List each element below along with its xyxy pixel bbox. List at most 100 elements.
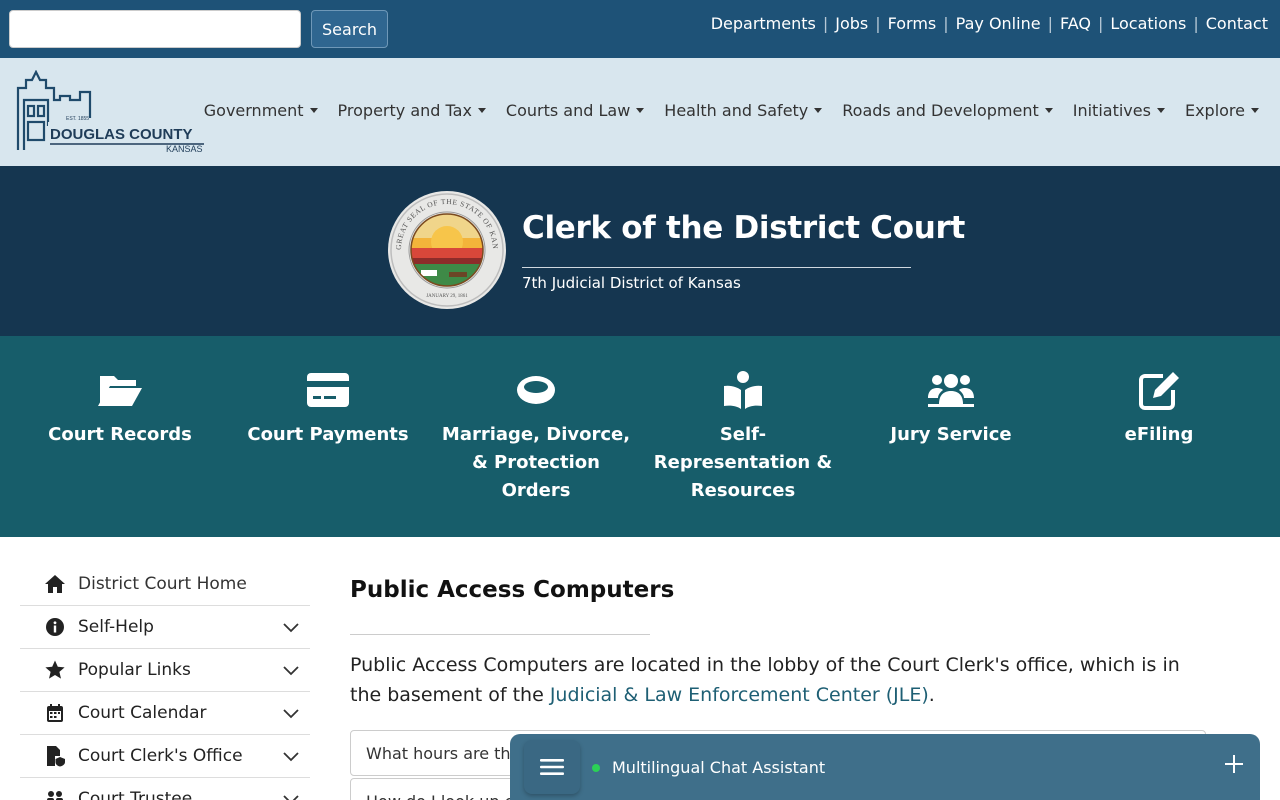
chat-widget[interactable]: Multilingual Chat Assistant <box>510 734 1260 800</box>
quick-link-label: Jury Service <box>890 424 1012 445</box>
sidebar-item-self-help[interactable]: Self-Help <box>20 606 310 649</box>
link-locations[interactable]: Locations <box>1110 14 1186 33</box>
chevron-down-icon[interactable] <box>282 663 300 677</box>
separator: | <box>1047 14 1053 33</box>
separator: | <box>822 14 829 33</box>
sidebar-item-court-calendar[interactable]: Court Calendar <box>20 692 310 735</box>
page-subtitle: 7th Judicial District of Kansas <box>522 274 741 292</box>
main-navigation: DOUGLAS COUNTY KANSAS EST. 1855 Governme… <box>0 58 1280 166</box>
seal-date: JANUARY 29, 1861 <box>426 294 468 299</box>
quick-link-label: Self-Representation & Resources <box>653 424 833 501</box>
sidebar-item-district-court-home[interactable]: District Court Home <box>20 563 310 606</box>
caret-down-icon <box>1156 108 1165 113</box>
sidebar-item-popular-links[interactable]: Popular Links <box>20 649 310 692</box>
quick-link-label: Court Records <box>48 424 192 445</box>
calendar-icon <box>47 704 63 722</box>
section-divider <box>350 634 650 635</box>
kansas-state-seal: GREAT SEAL OF THE STATE OF KANSAS JANUAR… <box>387 190 506 309</box>
page-banner: GREAT SEAL OF THE STATE OF KANSAS JANUAR… <box>0 166 1280 336</box>
caret-down-icon <box>814 108 823 113</box>
chevron-down-icon[interactable] <box>282 706 300 720</box>
users-icon <box>928 374 974 407</box>
quick-link-court-records[interactable]: Court Records <box>25 370 215 449</box>
intro-paragraph: Public Access Computers are located in t… <box>350 650 1210 710</box>
sidebar-item-label: Popular Links <box>78 660 191 680</box>
separator: | <box>943 14 949 33</box>
quick-link-label: Marriage, Divorce, & Protection Orders <box>441 424 631 501</box>
caret-down-icon <box>309 108 318 113</box>
file-shield-icon <box>47 746 65 767</box>
ring-icon <box>517 376 555 404</box>
sidebar-item-label: Court Clerk's Office <box>78 746 243 766</box>
star-icon <box>45 660 65 679</box>
quick-link-marriage-divorce[interactable]: Marriage, Divorce, & Protection Orders <box>441 370 631 505</box>
chevron-down-icon[interactable] <box>282 620 300 634</box>
nav-initiatives[interactable]: Initiatives <box>1073 101 1165 120</box>
section-title: Public Access Computers <box>350 577 675 603</box>
separator: | <box>1193 14 1199 33</box>
nav-label: Initiatives <box>1072 101 1151 120</box>
caret-down-icon <box>1044 108 1053 113</box>
intro-text-end: . <box>928 684 935 706</box>
caret-down-icon <box>636 108 645 113</box>
sidebar-item-label: Court Calendar <box>78 703 207 723</box>
accordion-label: How do I look up ca <box>366 792 523 800</box>
quick-link-label: eFiling <box>1124 424 1194 445</box>
plus-icon[interactable] <box>1222 752 1246 776</box>
utility-bar: Search Departments | Jobs | Forms | Pay Onl… <box>0 0 1280 58</box>
nav-roads-and-development[interactable]: Roads and Development <box>842 101 1053 120</box>
people-icon <box>47 791 63 800</box>
quick-link-court-payments[interactable]: Court Payments <box>233 370 423 449</box>
info-icon <box>46 618 64 636</box>
nav-label: Roads and Development <box>842 101 1039 120</box>
sidebar-item-label: Self-Help <box>78 617 154 637</box>
nav-label: Health and Safety <box>664 101 809 120</box>
nav-health-and-safety[interactable]: Health and Safety <box>664 101 823 120</box>
sidebar-item-label: Court Trustee <box>78 789 193 800</box>
chat-menu-button[interactable] <box>524 740 580 794</box>
page-title: Clerk of the District Court <box>522 210 966 246</box>
credit-card-icon <box>307 373 349 407</box>
logo-state: KANSAS <box>166 144 203 154</box>
quick-link-self-representation[interactable]: Self-Representation & Resources <box>648 370 838 505</box>
caret-down-icon <box>477 108 486 113</box>
quick-link-label: Court Payments <box>247 424 409 445</box>
logo-name: DOUGLAS COUNTY <box>50 126 193 143</box>
nav-explore[interactable]: Explore <box>1185 101 1259 120</box>
sidebar-item-court-clerks-office[interactable]: Court Clerk's Office <box>20 735 310 778</box>
logo-est: EST. 1855 <box>66 116 89 122</box>
jle-link[interactable]: Judicial & Law Enforcement Center (JLE) <box>550 684 929 706</box>
chevron-down-icon[interactable] <box>282 749 300 763</box>
sidebar-item-label: District Court Home <box>78 574 247 594</box>
sidebar: District Court Home Self-Help Popular Li… <box>20 563 310 800</box>
caret-down-icon <box>1251 108 1259 113</box>
separator: | <box>875 14 881 33</box>
quick-links: Court Records Court Payments Marriage, D… <box>0 336 1280 537</box>
nav-menu: Government Property and Tax Courts and L… <box>204 101 1259 120</box>
accordion-label: What hours are the <box>366 744 521 763</box>
nav-label: Explore <box>1184 101 1245 120</box>
book-reader-icon <box>724 371 762 409</box>
link-departments[interactable]: Departments <box>711 14 816 33</box>
chevron-down-icon[interactable] <box>282 792 300 800</box>
nav-property-and-tax[interactable]: Property and Tax <box>338 101 486 120</box>
link-jobs[interactable]: Jobs <box>835 14 868 33</box>
link-pay-online[interactable]: Pay Online <box>956 14 1041 33</box>
link-faq[interactable]: FAQ <box>1060 14 1091 33</box>
nav-label: Property and Tax <box>337 101 472 120</box>
quick-link-jury-service[interactable]: Jury Service <box>856 370 1046 449</box>
nav-government[interactable]: Government <box>204 101 318 120</box>
folder-open-icon <box>98 376 142 406</box>
home-icon <box>45 575 65 593</box>
chat-title: Multilingual Chat Assistant <box>612 758 826 777</box>
douglas-county-logo[interactable]: DOUGLAS COUNTY KANSAS EST. 1855 <box>14 70 209 156</box>
search-button[interactable]: Search <box>311 10 388 48</box>
quick-link-efiling[interactable]: eFiling <box>1064 370 1254 449</box>
link-contact[interactable]: Contact <box>1206 14 1268 33</box>
search-input[interactable] <box>9 10 301 48</box>
nav-courts-and-law[interactable]: Courts and Law <box>506 101 645 120</box>
online-status-dot <box>592 764 600 772</box>
edit-icon <box>1139 372 1179 410</box>
sidebar-item-court-trustee[interactable]: Court Trustee <box>20 778 310 800</box>
link-forms[interactable]: Forms <box>888 14 937 33</box>
